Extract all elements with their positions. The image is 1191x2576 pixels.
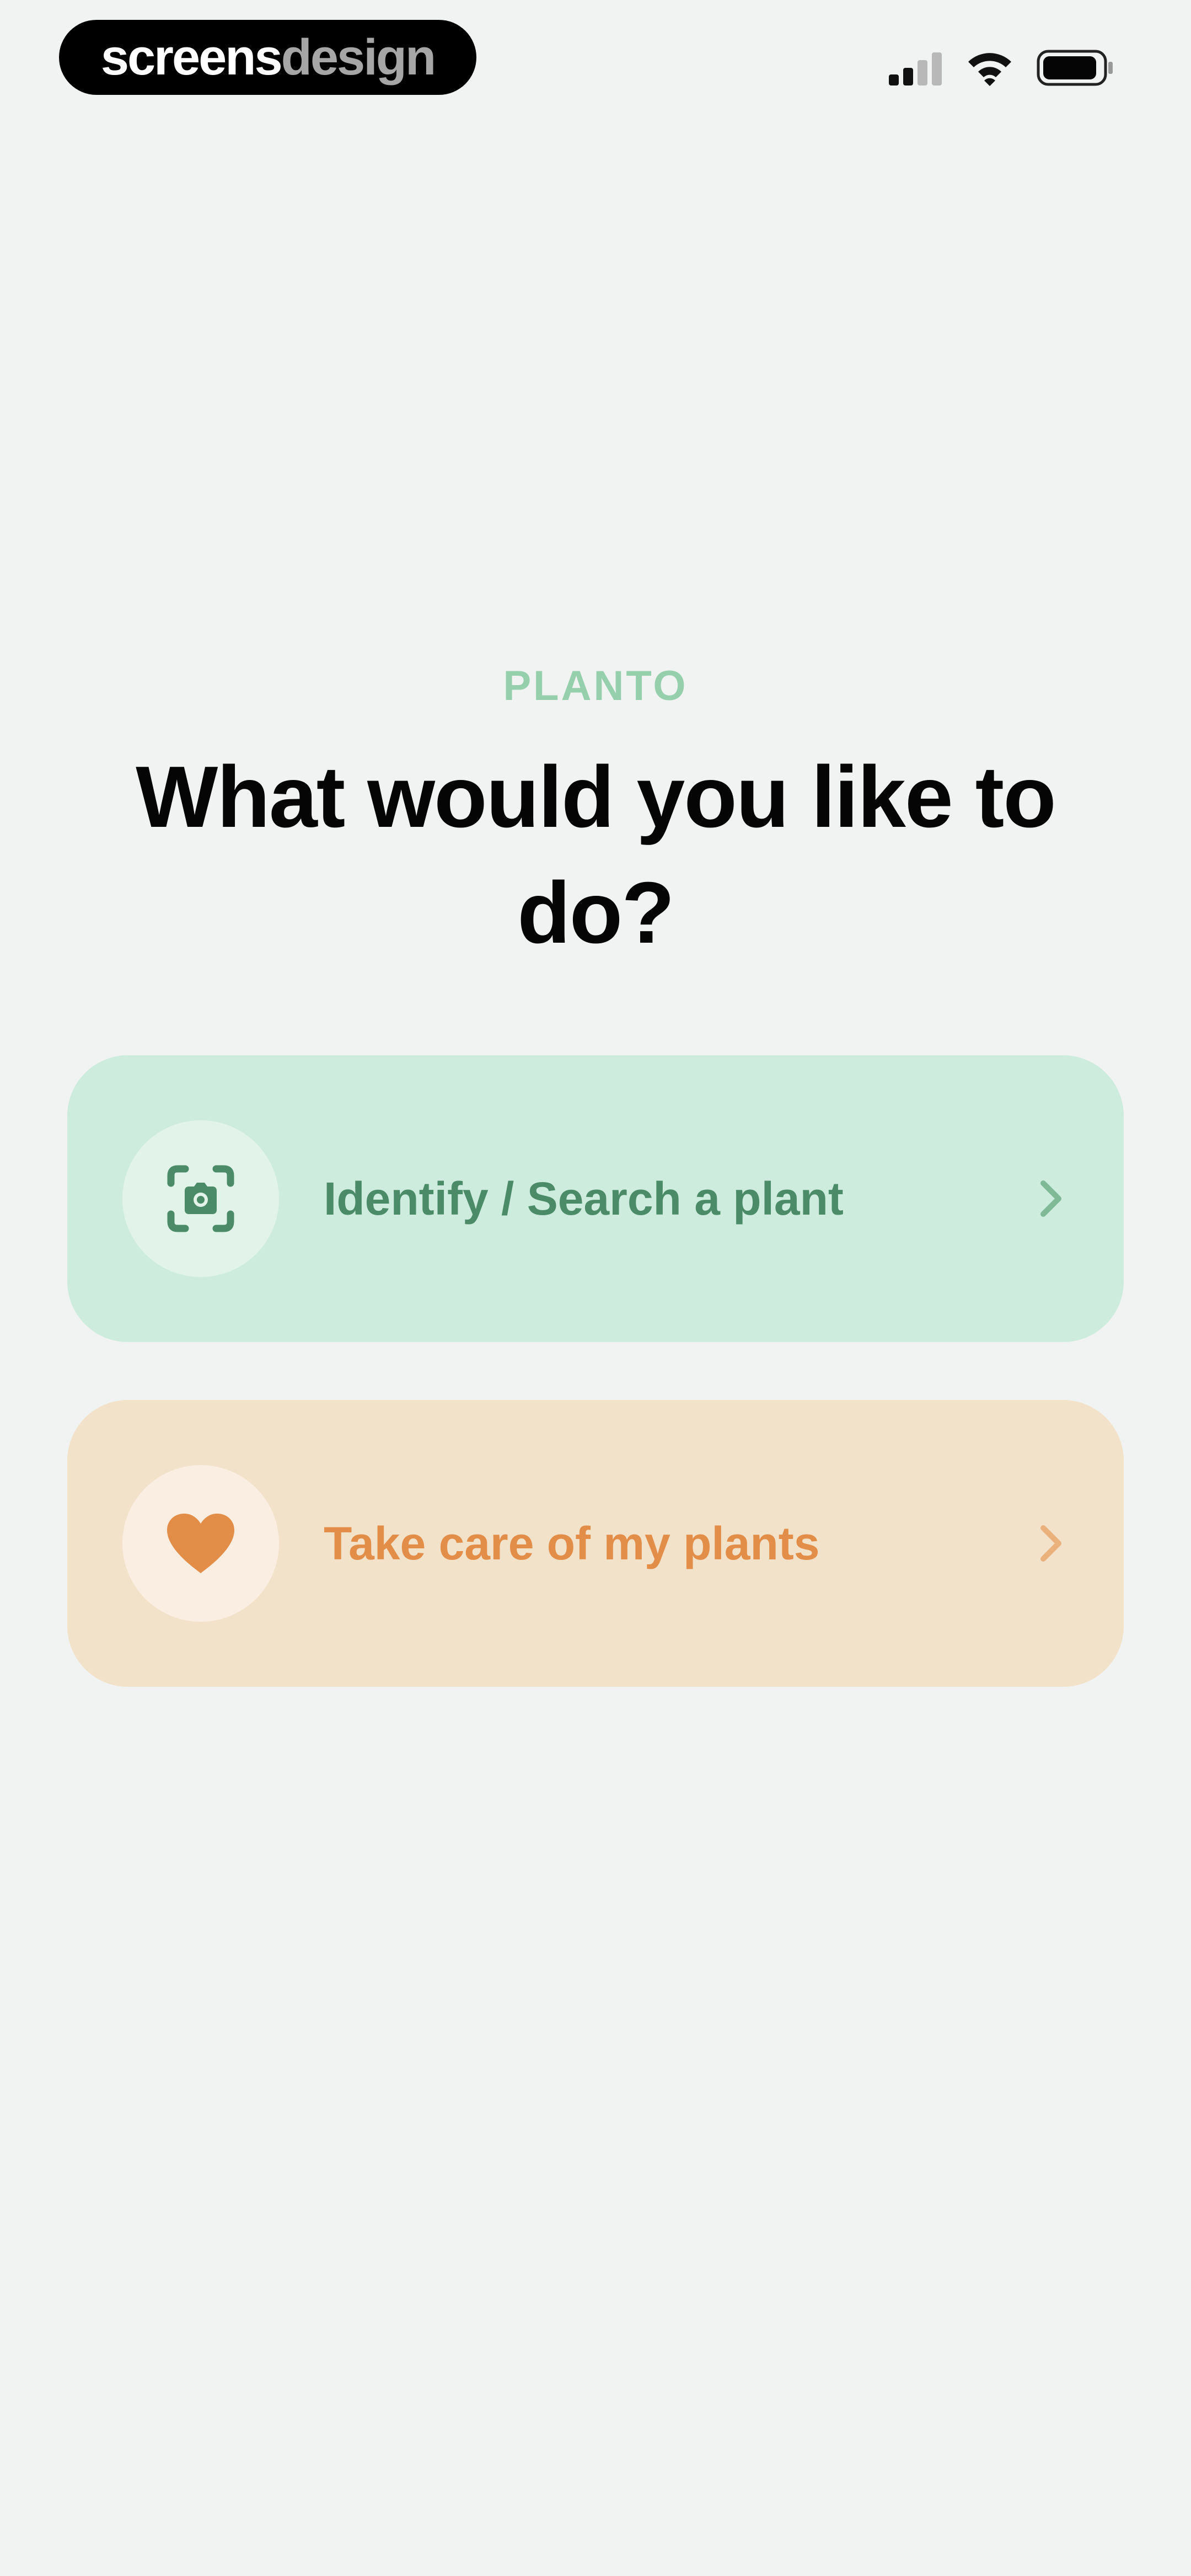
page-title: What would you like to do? [136,749,1056,961]
identify-plant-label: Identify / Search a plant [324,1172,844,1225]
care-plants-label: Take care of my plants [324,1517,820,1569]
care-icon-circle [122,1465,279,1622]
app-name: PLANTO [503,662,688,709]
identify-plant-button[interactable]: Identify / Search a plant [67,1055,1124,1342]
heart-icon [167,1514,234,1573]
chevron-right-icon [1040,1525,1061,1562]
chevron-right-icon [1040,1180,1061,1217]
identify-icon-circle [122,1120,279,1277]
care-plants-button[interactable]: Take care of my plants [67,1400,1124,1687]
camera-scan-icon [167,1165,234,1232]
main-content: PLANTO What would you like to do? Identi… [0,0,1191,2576]
